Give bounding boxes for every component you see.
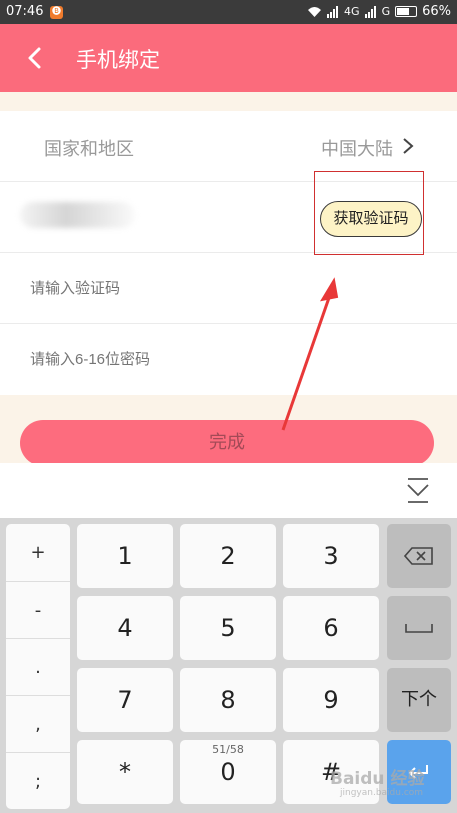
code-row [0,253,457,324]
key-dot[interactable]: . [6,638,70,695]
keyboard-toolbar [0,463,457,518]
status-time: 07:46 [6,4,44,19]
symbol-column: + - . , ; [6,524,70,809]
backspace-icon [403,547,433,565]
back-arrow-icon[interactable] [24,46,48,70]
status-bar: 07:46 🅑 4G G 66% [0,0,457,24]
battery-icon [395,6,418,17]
key-4[interactable]: 4 [77,596,173,660]
key-0-label: 0 [220,758,236,786]
key-0-subtext: 51/58 [212,743,244,756]
verification-code-input[interactable] [30,280,410,297]
password-row [0,324,457,395]
password-input[interactable] [30,351,410,368]
status-right: 4G G 66% [307,4,451,19]
page-title: 手机绑定 [76,48,160,72]
battery-percent: 66% [422,4,451,19]
baidu-watermark: Baidu 经验 [330,769,425,789]
keyboard-hide-icon[interactable] [404,475,432,507]
key-2[interactable]: 2 [180,524,276,588]
region-value: 中国大陆 [321,139,393,160]
signal-icon-2 [364,5,376,18]
annotation-highlight-box [314,171,424,255]
region-label: 国家和地区 [44,139,134,160]
key-1[interactable]: 1 [77,524,173,588]
next-key[interactable]: 下个 [387,668,451,732]
network-label: 4G [344,5,360,18]
space-key[interactable] [387,596,451,660]
key-minus[interactable]: - [6,581,70,638]
key-8[interactable]: 8 [180,668,276,732]
title-bar: 手机绑定 [0,24,457,92]
signal-icon [327,5,339,18]
backspace-key[interactable] [387,524,451,588]
space-icon [405,624,433,633]
key-asterisk[interactable]: * [77,740,173,804]
key-semicolon[interactable]: ; [6,752,70,809]
network-label-2: G [381,5,391,18]
key-0[interactable]: 51/58 0 [180,740,276,804]
top-spacer [0,92,457,111]
key-comma[interactable]: , [6,695,70,752]
key-9[interactable]: 9 [283,668,379,732]
chevron-right-icon [403,138,414,154]
baidu-watermark-url: jingyan.baidu.com [340,788,424,798]
wifi-icon [308,6,322,17]
key-3[interactable]: 3 [283,524,379,588]
phone-number-blurred[interactable] [20,202,135,228]
key-7[interactable]: 7 [77,668,173,732]
submit-button[interactable]: 完成 [20,420,434,466]
key-5[interactable]: 5 [180,596,276,660]
key-6[interactable]: 6 [283,596,379,660]
key-plus[interactable]: + [6,524,70,581]
notification-icon: 🅑 [50,6,63,19]
